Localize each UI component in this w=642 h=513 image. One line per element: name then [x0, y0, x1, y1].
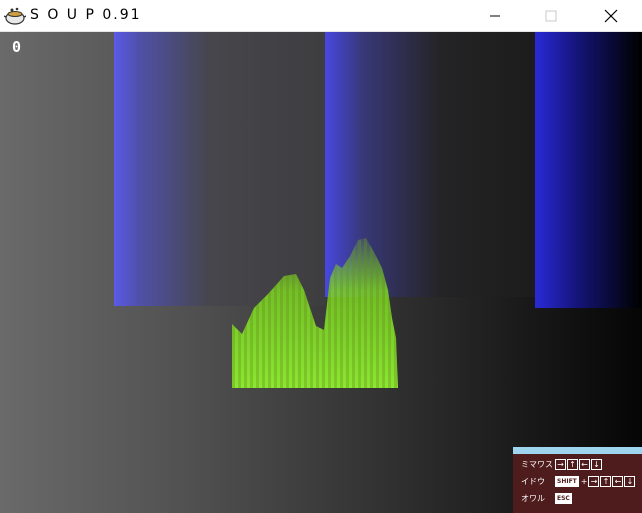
key-down-icon: ↓: [624, 475, 636, 487]
control-row-move: イドウ SHIFT + → ↑ ← ↓: [521, 474, 636, 488]
control-label-quit: オワル: [521, 493, 545, 503]
title-bar: S O U P 0.91: [0, 0, 642, 32]
maximize-button[interactable]: [528, 0, 574, 32]
game-viewport[interactable]: 0 ミマワス → ↑ ← ↓ イドウ SHIFT + → ↑ ← ↓ オワル E…: [0, 32, 642, 513]
close-button[interactable]: [588, 0, 634, 32]
minimize-icon: [490, 15, 500, 17]
key-left-icon: ←: [612, 475, 624, 487]
soup-pot-icon: [4, 7, 26, 25]
key-right-icon: →: [588, 475, 600, 487]
key-shift-icon: SHIFT: [555, 475, 579, 487]
key-right-icon: →: [555, 458, 566, 470]
control-row-look: ミマワス → ↑ ← ↓: [521, 457, 603, 471]
control-label-look: ミマワス: [521, 459, 553, 469]
control-row-quit: オワル ESC: [521, 491, 573, 505]
close-icon: [604, 9, 618, 23]
score-counter: 0: [12, 38, 22, 56]
key-left-icon: ←: [579, 458, 590, 470]
fire-sprite: [232, 238, 398, 388]
plus-sign: +: [580, 476, 588, 486]
maximize-icon: [545, 10, 557, 22]
key-up-icon: ↑: [567, 458, 578, 470]
key-down-icon: ↓: [591, 458, 602, 470]
control-label-move: イドウ: [521, 476, 545, 486]
wall-right: [535, 32, 642, 308]
controls-panel: ミマワス → ↑ ← ↓ イドウ SHIFT + → ↑ ← ↓ オワル ESC: [513, 447, 642, 513]
key-esc-icon: ESC: [555, 492, 572, 504]
window-title: S O U P 0.91: [30, 7, 142, 23]
key-up-icon: ↑: [600, 475, 612, 487]
minimize-button[interactable]: [472, 0, 518, 32]
